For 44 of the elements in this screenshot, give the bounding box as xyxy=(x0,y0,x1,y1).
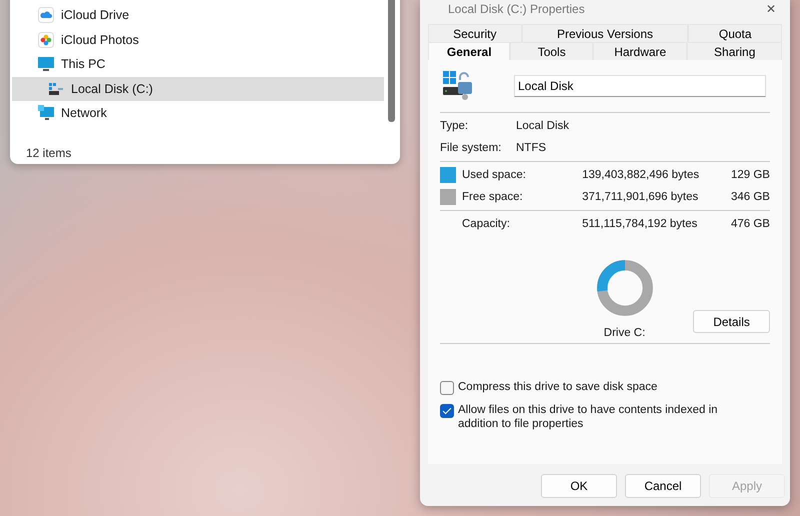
drive-label: Drive C: xyxy=(604,327,646,339)
space-size: 129 GB xyxy=(730,169,770,181)
drive-name-field[interactable]: Local Disk xyxy=(514,75,766,97)
drive-lock-icon xyxy=(442,70,474,102)
space-bytes: 371,711,901,696 bytes xyxy=(582,191,700,203)
info-label: File system: xyxy=(440,142,502,154)
flower-icon xyxy=(38,32,54,48)
window-title: Local Disk (C:) Properties xyxy=(448,2,585,16)
space-label: Used space: xyxy=(462,169,527,181)
space-bytes: 139,403,882,496 bytes xyxy=(582,169,700,181)
capacity-bytes: 511,115,784,192 bytes xyxy=(582,218,698,230)
nav-item[interactable]: Network xyxy=(12,101,384,126)
nav-item[interactable]: Local Disk (C:) xyxy=(12,76,384,101)
nav-item[interactable]: iCloud Photos xyxy=(12,28,384,52)
dialog-button[interactable]: OK xyxy=(541,474,617,498)
close-button[interactable]: ✕ xyxy=(760,2,782,16)
checkbox[interactable] xyxy=(440,404,454,418)
scrollbar[interactable] xyxy=(388,0,395,122)
network-icon xyxy=(38,105,54,122)
space-label: Free space: xyxy=(462,191,524,203)
tab[interactable]: Hardware xyxy=(592,42,688,60)
tab[interactable]: Tools xyxy=(510,42,593,60)
status-text: 12 items xyxy=(26,146,72,160)
checkbox[interactable] xyxy=(440,381,454,395)
tab[interactable]: Previous Versions xyxy=(522,24,688,42)
tab[interactable]: Security xyxy=(428,24,522,42)
info-label: Type: xyxy=(440,120,470,132)
checkbox-label: Allow files on this drive to have contents indexed in addition to file properties xyxy=(458,403,719,431)
nav-item[interactable]: iCloud Drive xyxy=(12,3,384,28)
info-value: Local Disk xyxy=(516,120,570,132)
details-button[interactable]: Details xyxy=(693,310,770,333)
info-value: NTFS xyxy=(516,142,546,154)
drive-icon xyxy=(48,80,64,97)
tab[interactable]: Sharing xyxy=(687,42,782,60)
tab[interactable]: Quota xyxy=(688,24,782,42)
dialog-button[interactable]: Cancel xyxy=(625,474,701,498)
monitor-icon xyxy=(38,56,54,72)
nav-item[interactable]: This PC xyxy=(12,52,384,76)
capacity-size: 476 GB xyxy=(730,218,770,230)
tab[interactable]: General xyxy=(428,42,510,60)
space-size: 346 GB xyxy=(730,191,770,203)
checkbox-label: Compress this drive to save disk space xyxy=(458,380,658,394)
cloud-icon xyxy=(38,7,54,24)
capacity-label: Capacity: xyxy=(462,218,511,230)
